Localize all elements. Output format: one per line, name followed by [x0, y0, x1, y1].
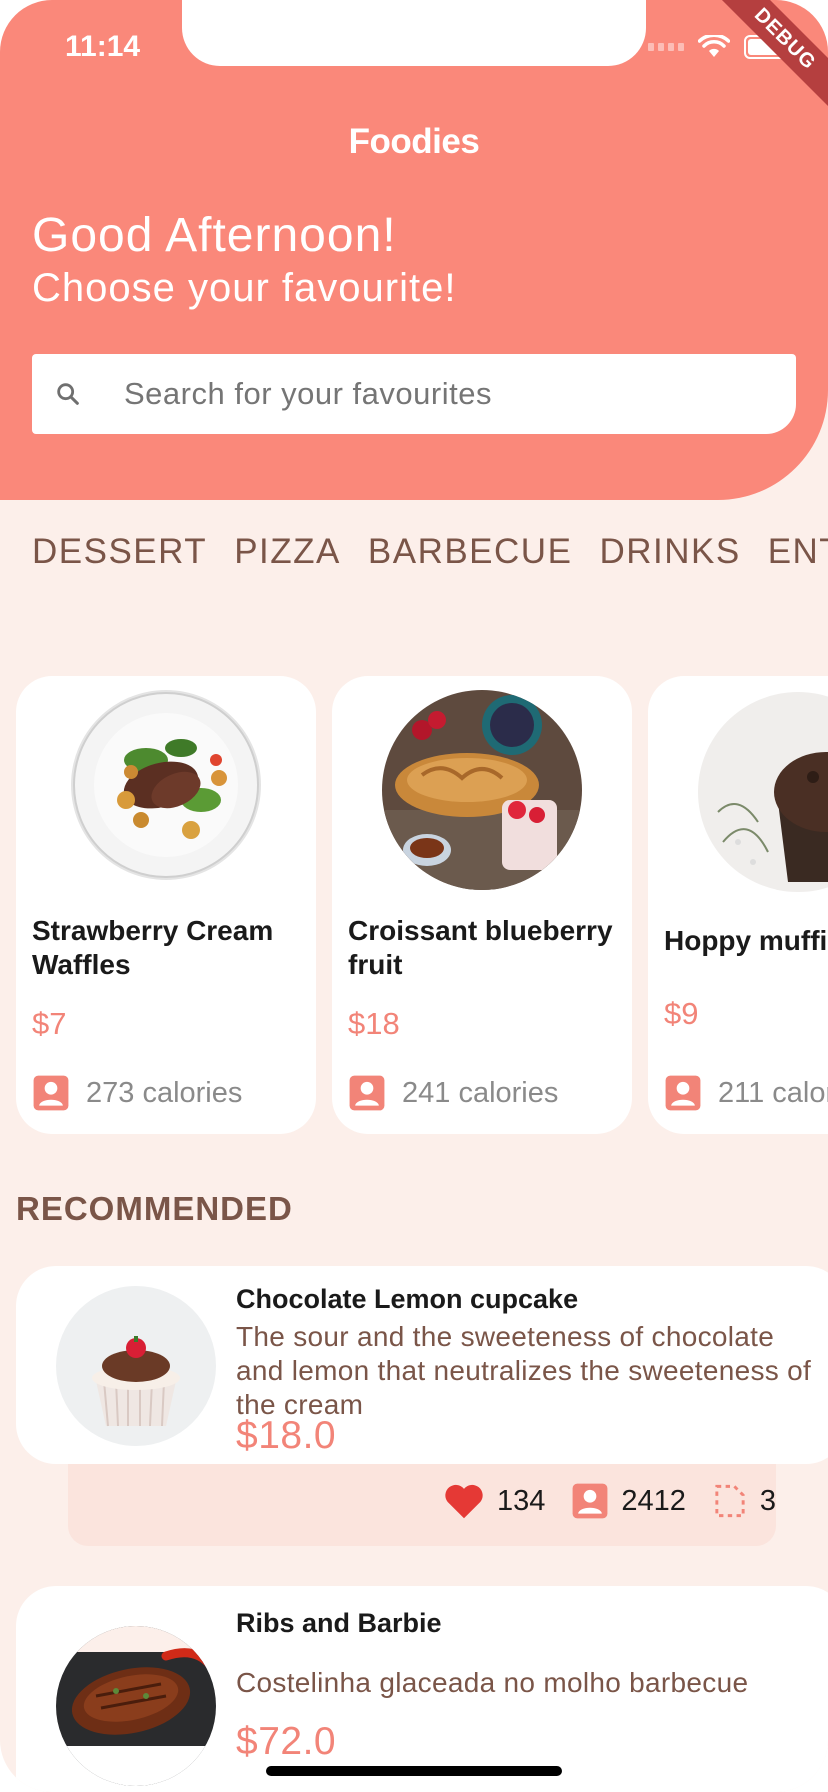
recommended-item-price: $72.0 — [236, 1720, 337, 1763]
recommended-card[interactable]: Chocolate Lemon cupcake The sour and the… — [16, 1266, 828, 1464]
recommended-item-name: Ribs and Barbie — [236, 1608, 442, 1638]
calories-text: 241 calories — [402, 1076, 559, 1109]
recommended-item-description: The sour and the sweeteness of chocolate… — [236, 1321, 812, 1420]
search-input[interactable] — [122, 375, 726, 413]
cellular-signal-icon — [648, 43, 684, 51]
greeting-title: Good Afternoon! — [32, 209, 397, 262]
category-ent[interactable]: ENT — [768, 532, 828, 572]
category-barbecue[interactable]: BARBECUE — [368, 532, 573, 572]
featured-card[interactable]: Croissant blueberry fruit $18 241 calori… — [332, 676, 632, 1134]
steak-plate-image — [71, 690, 261, 880]
calories-text: 211 calories — [718, 1076, 828, 1109]
person-icon — [572, 1483, 608, 1519]
person-icon — [665, 1075, 701, 1111]
featured-card[interactable]: Hoppy muffin $9 211 calories — [648, 676, 828, 1134]
search-bar[interactable] — [32, 354, 796, 434]
shares-count: 3 — [759, 1484, 776, 1517]
recommended-item-name: Chocolate Lemon cupcake — [236, 1284, 579, 1314]
app-title: Foodies — [348, 122, 480, 161]
person-icon — [33, 1075, 69, 1111]
featured-card-calories: 273 calories — [32, 1074, 242, 1112]
recommended-heading: RECOMMENDED — [16, 1190, 293, 1227]
device-notch — [182, 0, 646, 66]
featured-card-price: $9 — [664, 996, 699, 1031]
croissant-image — [382, 690, 582, 890]
recommended-item-description: Costelinha glaceada no molho barbecue — [236, 1667, 749, 1698]
featured-card-name: Strawberry Cream Waffles — [32, 915, 274, 980]
heart-icon[interactable] — [443, 1482, 485, 1520]
share-icon[interactable] — [712, 1482, 748, 1520]
search-icon — [48, 380, 88, 408]
category-drinks[interactable]: DRINKS — [599, 532, 740, 572]
featured-card-calories: 241 calories — [348, 1074, 558, 1112]
app-screen: 11:14 DEBUG Foodies Good Afternoon! Choo… — [0, 0, 828, 1792]
featured-carousel[interactable]: Strawberry Cream Waffles $7 273 calories — [16, 676, 828, 1136]
likes-count: 134 — [496, 1484, 546, 1517]
users-count: 2412 — [621, 1484, 686, 1517]
featured-card-price: $18 — [348, 1006, 400, 1041]
greeting-subtitle: Choose your favourite! — [32, 266, 457, 310]
wifi-icon — [698, 35, 730, 57]
recommended-item-price: $18.0 — [236, 1414, 337, 1457]
category-pizza[interactable]: PIZZA — [234, 532, 341, 572]
category-dessert[interactable]: DESSERT — [32, 532, 207, 572]
person-icon — [349, 1075, 385, 1111]
recommended-card[interactable]: Ribs and Barbie Costelinha glaceada no m… — [16, 1586, 828, 1792]
featured-card-name: Croissant blueberry fruit — [348, 915, 613, 980]
calories-text: 273 calories — [86, 1076, 243, 1109]
featured-card-calories: 211 calories — [664, 1074, 828, 1112]
muffin-image — [698, 692, 828, 892]
featured-card-name: Hoppy muffin — [664, 925, 828, 956]
category-tabs: DESSERT PIZZA BARBECUE DRINKS ENT — [32, 532, 828, 572]
featured-card[interactable]: Strawberry Cream Waffles $7 273 calories — [16, 676, 316, 1134]
cupcake-image — [56, 1286, 216, 1446]
status-time: 11:14 — [65, 30, 141, 63]
home-indicator[interactable] — [266, 1766, 562, 1776]
recommended-stats: 134 2412 3 — [443, 1482, 776, 1520]
featured-card-price: $7 — [32, 1006, 67, 1041]
bbq-ribs-image — [56, 1626, 216, 1786]
